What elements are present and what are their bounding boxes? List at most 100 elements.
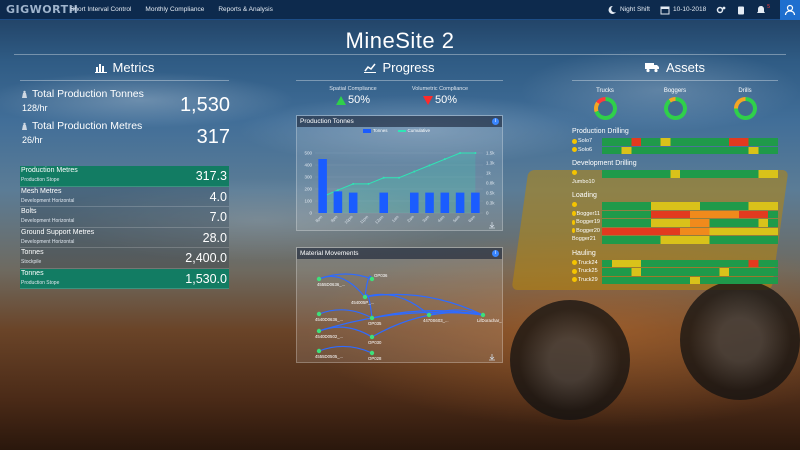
asset-row[interactable]: Solo6	[572, 146, 778, 154]
assets-divider	[572, 80, 778, 81]
cumulative-point[interactable]	[398, 176, 400, 179]
kpi-row[interactable]: Mesh Metres Development Horizontal 4.0	[20, 186, 229, 207]
cumulative-point[interactable]	[352, 182, 355, 185]
kpi-row[interactable]: Production Metres Production Stope 317.3	[20, 166, 229, 187]
info-icon[interactable]: i	[492, 118, 499, 125]
cumulative-point[interactable]	[367, 182, 370, 185]
asset-status-timeline[interactable]	[602, 236, 778, 244]
x-tick-label: 12am	[374, 214, 385, 225]
asset-row[interactable]: Bogger20	[572, 227, 778, 235]
date-label: 10-10-2018	[672, 6, 707, 13]
asset-status-timeline[interactable]	[602, 259, 778, 267]
asset-status-timeline[interactable]	[602, 268, 778, 276]
flow-node[interactable]	[316, 348, 322, 354]
nav-monthly-compliance[interactable]: Monthly Compliance	[145, 6, 204, 13]
tonnes-bar[interactable]	[455, 192, 465, 213]
gears-icon	[716, 6, 726, 13]
asset-status-timeline[interactable]	[602, 202, 778, 210]
asset-row[interactable]	[572, 170, 778, 178]
asset-row[interactable]: Truck29	[572, 276, 778, 284]
info-icon[interactable]: i	[492, 250, 499, 257]
progress-divider	[296, 80, 503, 81]
tonnes-bar[interactable]	[333, 191, 343, 213]
asset-status-timeline[interactable]	[602, 146, 778, 154]
cumulative-point[interactable]	[428, 164, 431, 167]
flow-node-label: 4555D0636_...	[317, 282, 345, 287]
tonnes-bar[interactable]	[425, 192, 434, 213]
kpi-value: 4.0	[209, 189, 227, 204]
kpi-row[interactable]: Ground Support Metres Development Horizo…	[20, 227, 229, 248]
nav-short-interval-control[interactable]: Short Interval Control	[70, 6, 131, 13]
shift-selector[interactable]: Night Shift	[607, 5, 650, 15]
cumulative-point[interactable]	[443, 158, 446, 161]
tonnes-bar[interactable]	[409, 192, 419, 213]
clipboard-icon	[738, 6, 745, 14]
settings-button[interactable]	[716, 5, 726, 15]
cumulative-point[interactable]	[474, 152, 477, 154]
clipboard-button[interactable]	[736, 5, 746, 15]
nav-reports-analysis[interactable]: Reports & Analysis	[218, 6, 273, 13]
asset-row[interactable]	[572, 202, 778, 210]
cumulative-point[interactable]	[413, 170, 416, 173]
kpi-row[interactable]: Tonnes Production Stope 1,530.0	[20, 268, 229, 289]
calendar-icon	[660, 6, 670, 14]
gauge-drills[interactable]: Drills	[725, 88, 765, 120]
kpi-name: Mesh Metres	[21, 187, 62, 195]
asset-row[interactable]: Solo7	[572, 138, 778, 146]
flow-node[interactable]	[362, 294, 368, 300]
asset-row[interactable]: Truck25	[572, 268, 778, 276]
gauge-ring	[593, 97, 617, 120]
flow-node[interactable]	[316, 276, 322, 282]
flow-node[interactable]	[369, 334, 375, 340]
asset-status-timeline[interactable]	[602, 170, 778, 178]
asset-status-timeline[interactable]	[602, 227, 778, 235]
download-icon[interactable]	[489, 222, 495, 229]
flow-node[interactable]	[369, 315, 375, 321]
asset-row[interactable]: Truck24	[572, 259, 778, 267]
gauge-boggers[interactable]: Boggers	[655, 88, 695, 120]
hand-icon	[572, 268, 577, 274]
kpi-sub: Development Horizontal	[21, 197, 75, 204]
tonnes-bar[interactable]	[440, 192, 450, 213]
x-tick-label: 5am	[452, 214, 462, 224]
kpi-sub: Development Horizontal	[21, 238, 75, 245]
tonnes-bar[interactable]	[471, 192, 480, 213]
flow-node[interactable]	[316, 311, 322, 317]
cumulative-point[interactable]	[459, 152, 462, 154]
asset-row[interactable]: Bogger19	[572, 219, 778, 227]
alerts-button[interactable]: 5	[756, 4, 770, 15]
flow-node[interactable]	[369, 350, 375, 356]
asset-row[interactable]: Bogger11	[572, 210, 778, 218]
asset-row[interactable]: Bogger21	[572, 236, 778, 244]
asset-name-label: Bogger20	[576, 227, 600, 234]
flow-node[interactable]	[480, 312, 486, 318]
tonnes-bar[interactable]	[318, 159, 327, 213]
flow-node[interactable]	[316, 328, 322, 334]
asset-status-timeline[interactable]	[602, 276, 778, 284]
flow-node-label: OP035	[368, 321, 382, 326]
download-icon[interactable]	[489, 354, 495, 361]
asset-status-timeline[interactable]	[602, 219, 778, 227]
tonnes-bar[interactable]	[379, 192, 389, 213]
warning-icon	[572, 170, 577, 175]
gauge-trucks[interactable]: Trucks	[585, 88, 625, 120]
asset-name	[572, 170, 600, 175]
cumulative-point[interactable]	[382, 176, 385, 179]
date-selector[interactable]: 10-10-2018	[660, 5, 706, 15]
kpi-row[interactable]: Tonnes Stockpile 2,400.0	[20, 248, 229, 269]
app-logo[interactable]: GIGWORTH	[0, 3, 78, 16]
asset-name: Truck24	[572, 260, 600, 266]
asset-status-timeline[interactable]	[602, 210, 778, 218]
asset-row[interactable]: Jumbo10	[572, 179, 778, 187]
flow-node[interactable]	[426, 312, 432, 318]
kpi-sub: Production Stope	[21, 177, 60, 183]
kpi-row[interactable]: Bolts Development Horizontal 7.0	[20, 207, 229, 228]
cumulative-point[interactable]	[336, 189, 339, 192]
tonnes-bar[interactable]	[348, 192, 358, 213]
flow-node-label: 4540D0636_...	[315, 317, 343, 322]
flow-edge	[318, 345, 373, 354]
moon-icon	[608, 5, 616, 14]
user-profile-button[interactable]	[780, 0, 800, 20]
asset-status-timeline[interactable]	[602, 138, 778, 146]
asset-name-label: Bogger21	[572, 236, 596, 242]
